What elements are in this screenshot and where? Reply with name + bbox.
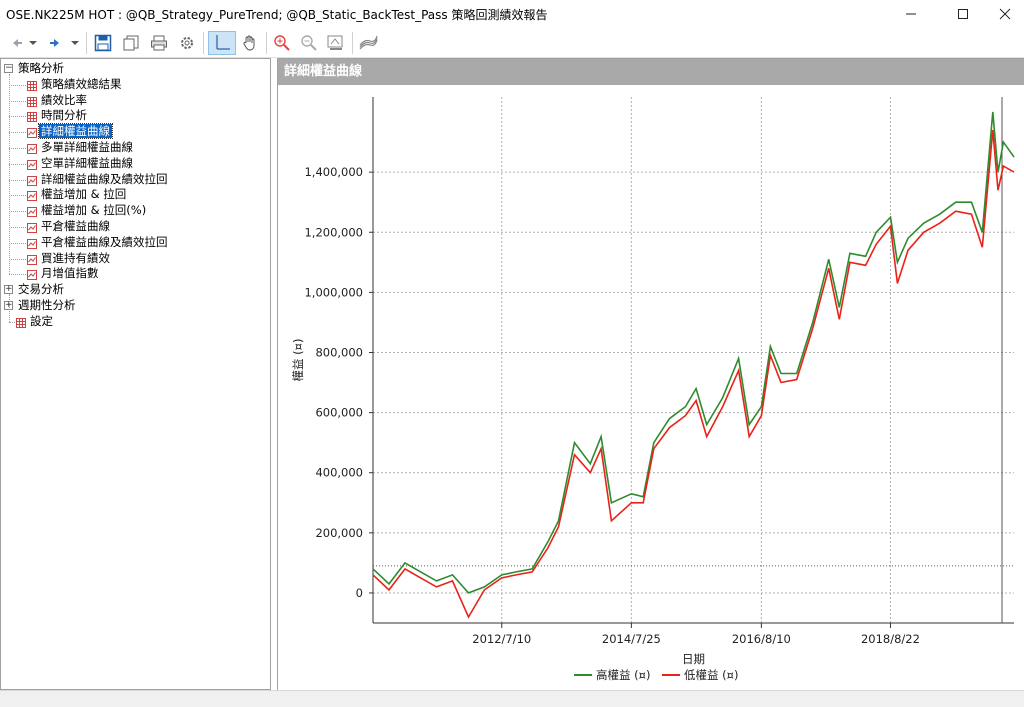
grid-icon	[27, 80, 37, 91]
x-tick-label: 2018/8/22	[861, 632, 920, 646]
chart-icon	[27, 175, 37, 186]
y-axis-label: 權益 (¤)	[291, 339, 305, 382]
tree-node-8-label: 權益增加 & 拉回	[41, 187, 127, 202]
forward-icon[interactable]	[44, 31, 68, 55]
tree-node-settings-label: 設定	[30, 313, 53, 328]
title-bar: OSE.NK225M HOT : @QB_Strategy_PureTrend;…	[0, 0, 1024, 28]
expand-expander[interactable]: +	[4, 285, 13, 295]
tree-node-settings[interactable]: 設定	[28, 314, 55, 329]
tree-node-13-label: 月增值指數	[41, 266, 99, 281]
chart-style-icon[interactable]	[356, 31, 380, 55]
tree-node-strategy-analysis-label: 策略分析	[18, 61, 64, 75]
tree-node-9-label: 權益增加 & 拉回(%)	[41, 203, 147, 218]
tree-node-13[interactable]: 月增值指數	[39, 266, 101, 281]
x-tick-label: 2016/8/10	[732, 632, 791, 646]
tree-node-11-label: 平倉權益曲線及績效拉回	[41, 234, 168, 249]
tree-node-10-label: 平倉權益曲線	[41, 219, 110, 233]
window-title: OSE.NK225M HOT : @QB_Strategy_PureTrend;…	[6, 8, 548, 22]
y-tick-label: 400,000	[315, 466, 363, 480]
y-tick-label: 1,000,000	[304, 285, 363, 299]
chart-icon	[27, 269, 37, 281]
print-icon[interactable]	[147, 31, 171, 55]
panel-header: 詳細權益曲線	[278, 59, 1024, 85]
back-icon[interactable]	[4, 31, 28, 55]
tree-node-other-2[interactable]: 週期性分析	[16, 298, 78, 313]
grid-icon	[16, 317, 26, 328]
tree-node-8[interactable]: 權益增加 & 拉回	[39, 187, 128, 202]
dropdown-icon[interactable]	[68, 31, 82, 55]
tree-node-9[interactable]: 權益增加 & 拉回(%)	[39, 203, 148, 218]
close-icon[interactable]	[982, 0, 1024, 28]
chart-icon	[27, 127, 37, 139]
tree-node-strategy-analysis[interactable]: 策略分析	[16, 61, 66, 76]
copy-icon[interactable]	[119, 31, 143, 55]
grid-icon	[27, 96, 37, 107]
x-axis-label: 日期	[682, 652, 705, 666]
chart-icon	[27, 206, 37, 218]
tree-node-2-label: 績效比率	[41, 92, 87, 107]
report-panel: 詳細權益曲線 0 200,000 400,000 600,000 800,000 1,00…	[277, 58, 1024, 690]
tree-node-other-1-label: 交易分析	[18, 282, 64, 297]
toolbar	[0, 28, 1024, 58]
dropdown-icon[interactable]	[26, 31, 40, 55]
status-bar	[0, 690, 1024, 707]
save-icon[interactable]	[91, 31, 115, 55]
x-tick-label: 2014/7/25	[602, 632, 661, 646]
chart-icon	[27, 238, 37, 249]
y-tick-label: 200,000	[315, 526, 363, 540]
tree-node-2[interactable]: 績效比率	[39, 93, 89, 108]
legend-entry-1: 高權益 (¤)	[596, 668, 650, 682]
y-tick-label: 1,400,000	[304, 165, 363, 179]
tree-node-10[interactable]: 平倉權益曲線	[39, 219, 112, 234]
tree-node-7-label: 詳細權益曲線及績效拉回	[41, 171, 168, 186]
tree-node-5-label: 多單詳細權益曲線	[41, 140, 133, 154]
series-line-2	[372, 130, 1015, 619]
collapse-expander[interactable]: −	[4, 64, 13, 73]
tree-node-12-label: 買進持有績效	[41, 250, 110, 265]
tree-node-6-label: 空單詳細權益曲線	[41, 155, 133, 170]
y-tick-label: 0	[356, 586, 363, 600]
tree-node-3-label: 時間分析	[41, 108, 87, 123]
zoom-out-icon[interactable]	[297, 31, 321, 55]
maximize-icon[interactable]	[940, 0, 986, 28]
equity-curve-chart[interactable]: 0 200,000 400,000 600,000 800,000 1,000,000 1,…	[278, 85, 1024, 691]
tree-node-1-label: 策略績效總結果	[41, 76, 122, 91]
y-tick-label: 800,000	[315, 345, 363, 359]
tree-node-4-label: 詳細權益曲線	[38, 123, 113, 140]
tree-node-12[interactable]: 買進持有績效	[39, 251, 112, 266]
tree-node-other-2-label: 週期性分析	[18, 298, 76, 312]
chart-icon	[27, 254, 37, 265]
tree-node-other-1[interactable]: 交易分析	[16, 282, 66, 297]
tree-node-6[interactable]: 空單詳細權益曲線	[39, 156, 135, 171]
pan-hand-icon[interactable]	[238, 31, 262, 55]
tree-node-5[interactable]: 多單詳細權益曲線	[39, 140, 135, 155]
tree-node-7[interactable]: 詳細權益曲線及績效拉回	[39, 172, 170, 187]
chart-icon	[27, 222, 37, 233]
tree-node-11[interactable]: 平倉權益曲線及績效拉回	[39, 235, 170, 250]
chart-icon	[27, 159, 37, 170]
settings-icon[interactable]	[175, 31, 199, 55]
y-tick-label: 600,000	[315, 406, 363, 420]
grid-icon	[27, 111, 37, 123]
crosshair-icon[interactable]	[208, 31, 236, 55]
tree-node-4[interactable]: 詳細權益曲線	[38, 123, 113, 140]
x-tick-label: 2012/7/10	[472, 632, 531, 646]
y-tick-label: 1,200,000	[304, 225, 363, 239]
fit-zoom-icon[interactable]	[324, 31, 348, 55]
legend-entry-2: 低權益 (¤)	[684, 668, 738, 682]
navigation-tree: − 策略分析 策略績效總結果 績效比率 時間分析 詳細權益曲線 多單詳細權益曲線 空單詳細權益…	[0, 58, 271, 690]
zoom-in-icon[interactable]	[270, 31, 294, 55]
chart-icon	[27, 143, 37, 154]
tree-node-3[interactable]: 時間分析	[39, 108, 89, 123]
minimize-icon[interactable]	[888, 0, 934, 28]
chart-icon	[27, 190, 37, 202]
tree-node-1[interactable]: 策略績效總結果	[39, 77, 124, 92]
